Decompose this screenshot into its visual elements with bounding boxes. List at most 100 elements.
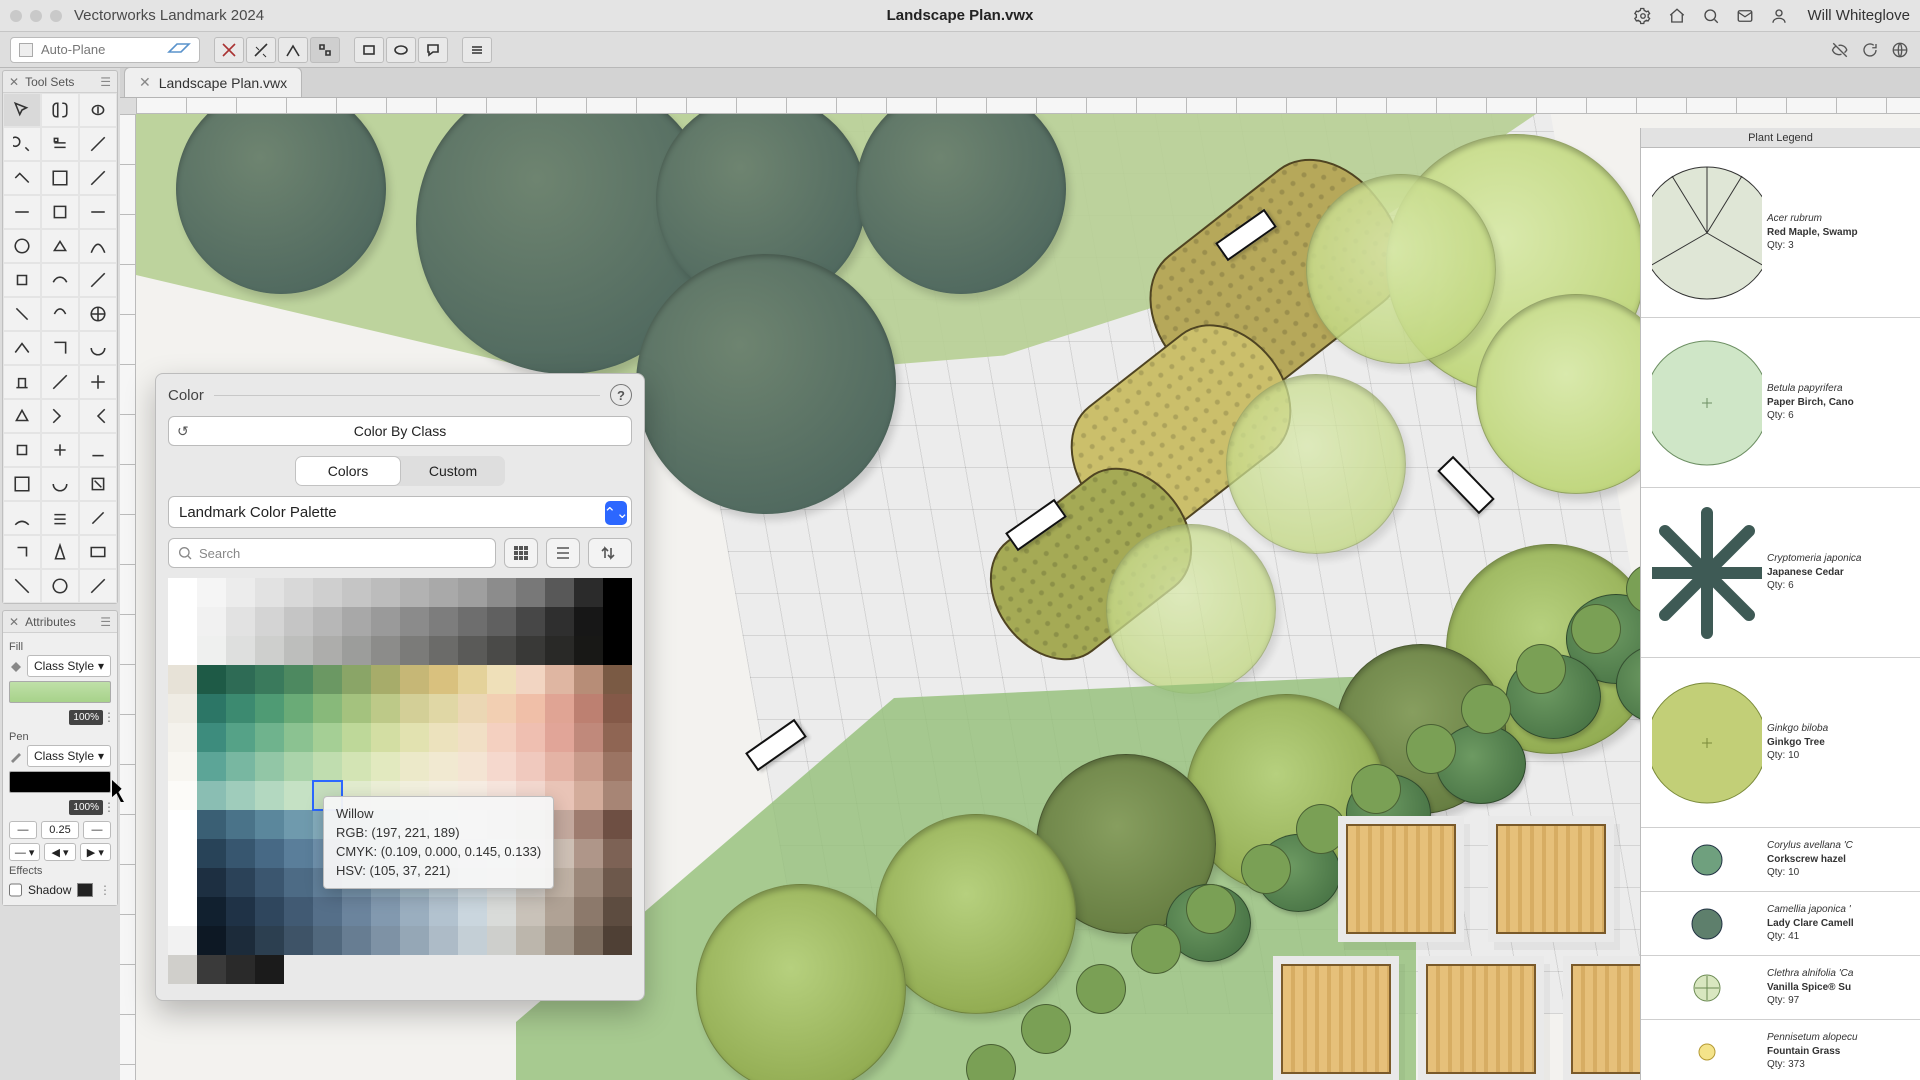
pergola[interactable] bbox=[1281, 964, 1391, 1074]
color-swatch[interactable] bbox=[603, 897, 632, 926]
color-swatch[interactable] bbox=[603, 839, 632, 868]
color-swatch[interactable] bbox=[603, 607, 632, 636]
fill-style-dropdown[interactable]: Class Style▾ bbox=[27, 655, 111, 677]
color-swatch[interactable] bbox=[458, 665, 487, 694]
palette-dropdown[interactable]: Landmark Color Palette ⌃⌄ bbox=[168, 496, 632, 528]
color-swatch[interactable] bbox=[371, 723, 400, 752]
tree[interactable] bbox=[1226, 374, 1406, 554]
color-swatch[interactable] bbox=[458, 926, 487, 955]
color-swatch[interactable] bbox=[545, 636, 574, 665]
color-swatch[interactable] bbox=[284, 636, 313, 665]
legend-row[interactable]: Clethra alnifolia 'CaVanilla Spice® SuQt… bbox=[1641, 956, 1920, 1020]
color-swatch[interactable] bbox=[545, 694, 574, 723]
color-search-input[interactable]: Search bbox=[168, 538, 496, 568]
tool-button[interactable] bbox=[3, 195, 41, 229]
color-swatch[interactable] bbox=[197, 665, 226, 694]
color-swatch[interactable] bbox=[168, 665, 197, 694]
search-icon[interactable] bbox=[1701, 6, 1721, 26]
tool-button[interactable] bbox=[41, 467, 79, 501]
tree[interactable] bbox=[876, 814, 1076, 1014]
color-swatch[interactable] bbox=[603, 636, 632, 665]
color-swatch[interactable] bbox=[168, 578, 197, 607]
color-swatch[interactable] bbox=[400, 636, 429, 665]
zoom-window-icon[interactable] bbox=[50, 10, 62, 22]
color-swatch[interactable] bbox=[603, 926, 632, 955]
legend-row[interactable]: Camellia japonica 'Lady Clare CamellQty:… bbox=[1641, 892, 1920, 956]
color-swatch[interactable] bbox=[226, 955, 255, 984]
color-swatch[interactable] bbox=[545, 926, 574, 955]
color-swatch[interactable] bbox=[342, 607, 371, 636]
color-swatch[interactable] bbox=[342, 723, 371, 752]
color-swatch[interactable] bbox=[487, 897, 516, 926]
color-swatch[interactable] bbox=[516, 578, 545, 607]
tool-button[interactable] bbox=[41, 501, 79, 535]
tool-button[interactable] bbox=[79, 535, 117, 569]
color-swatch[interactable] bbox=[313, 926, 342, 955]
pergola[interactable] bbox=[1426, 964, 1536, 1074]
ruler-vertical[interactable] bbox=[120, 114, 136, 1080]
shrub[interactable] bbox=[1241, 844, 1291, 894]
color-swatch[interactable] bbox=[400, 578, 429, 607]
document-tab[interactable]: ✕ Landscape Plan.vwx bbox=[124, 67, 302, 97]
pen-color-swatch[interactable] bbox=[9, 771, 111, 793]
color-swatch[interactable] bbox=[342, 897, 371, 926]
color-swatch[interactable] bbox=[284, 752, 313, 781]
color-swatch[interactable] bbox=[487, 723, 516, 752]
tool-button[interactable] bbox=[79, 297, 117, 331]
tool-button[interactable] bbox=[3, 229, 41, 263]
color-swatch[interactable] bbox=[313, 607, 342, 636]
color-swatch[interactable] bbox=[226, 694, 255, 723]
color-swatch[interactable] bbox=[342, 694, 371, 723]
pergola[interactable] bbox=[1346, 824, 1456, 934]
shrub[interactable] bbox=[1351, 764, 1401, 814]
visibility-icon[interactable] bbox=[1830, 40, 1850, 60]
color-swatch[interactable] bbox=[255, 636, 284, 665]
color-swatch[interactable] bbox=[371, 752, 400, 781]
color-swatch[interactable] bbox=[429, 607, 458, 636]
mode-1-button[interactable] bbox=[214, 37, 244, 63]
color-swatch[interactable] bbox=[603, 694, 632, 723]
tool-button[interactable] bbox=[79, 365, 117, 399]
color-swatch[interactable] bbox=[284, 781, 313, 810]
color-swatch[interactable] bbox=[516, 926, 545, 955]
tool-button[interactable] bbox=[41, 161, 79, 195]
shadow-swatch[interactable] bbox=[77, 883, 93, 897]
tool-button[interactable] bbox=[3, 331, 41, 365]
tool-button[interactable] bbox=[79, 229, 117, 263]
color-swatch[interactable] bbox=[197, 694, 226, 723]
color-swatch[interactable] bbox=[429, 926, 458, 955]
minimize-window-icon[interactable] bbox=[30, 10, 42, 22]
color-swatch[interactable] bbox=[429, 578, 458, 607]
home-icon[interactable] bbox=[1667, 6, 1687, 26]
tool-button[interactable] bbox=[41, 195, 79, 229]
color-swatch[interactable] bbox=[197, 897, 226, 926]
color-swatch[interactable] bbox=[313, 897, 342, 926]
color-swatch[interactable] bbox=[197, 723, 226, 752]
pergola[interactable] bbox=[1496, 824, 1606, 934]
color-swatch[interactable] bbox=[400, 897, 429, 926]
color-swatch[interactable] bbox=[371, 897, 400, 926]
color-swatch[interactable] bbox=[574, 636, 603, 665]
shadow-checkbox[interactable] bbox=[9, 883, 22, 897]
color-swatch[interactable] bbox=[429, 694, 458, 723]
color-swatch[interactable] bbox=[371, 607, 400, 636]
shrub[interactable] bbox=[1186, 884, 1236, 934]
tool-button[interactable] bbox=[41, 433, 79, 467]
color-swatch[interactable] bbox=[603, 665, 632, 694]
color-swatch[interactable] bbox=[545, 752, 574, 781]
color-swatch[interactable] bbox=[313, 578, 342, 607]
color-swatch[interactable] bbox=[429, 897, 458, 926]
color-swatch[interactable] bbox=[255, 694, 284, 723]
tool-button[interactable] bbox=[79, 399, 117, 433]
color-swatch[interactable] bbox=[226, 897, 255, 926]
color-grid[interactable] bbox=[168, 578, 632, 955]
color-swatch[interactable] bbox=[197, 578, 226, 607]
plant-legend[interactable]: Plant Legend Acer rubrumRed Maple, Swamp… bbox=[1640, 128, 1920, 1080]
tool-button[interactable] bbox=[3, 433, 41, 467]
tool-button[interactable] bbox=[79, 195, 117, 229]
color-swatch[interactable] bbox=[168, 723, 197, 752]
color-swatch[interactable] bbox=[226, 723, 255, 752]
tool-button[interactable] bbox=[3, 501, 41, 535]
color-swatch[interactable] bbox=[458, 607, 487, 636]
marker-start-dropdown[interactable]: ◀ ▾ bbox=[44, 843, 75, 861]
